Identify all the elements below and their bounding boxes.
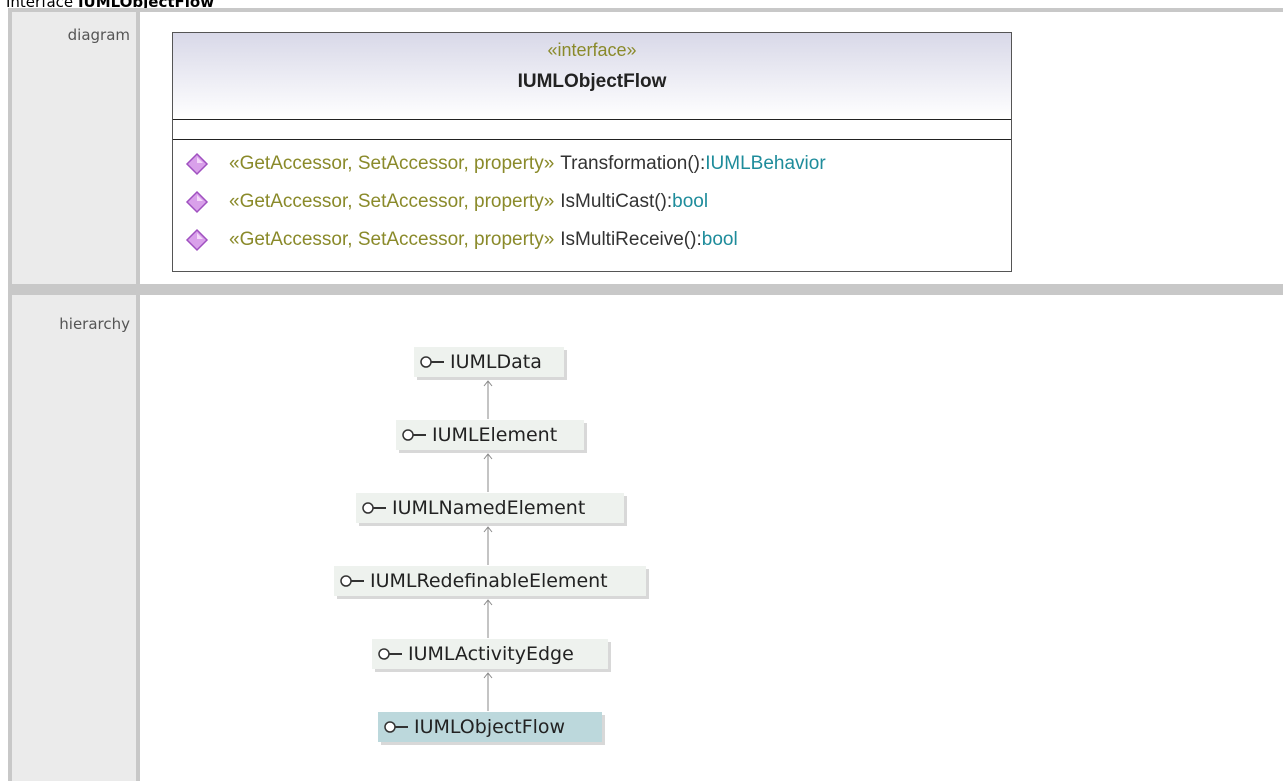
hierarchy-node[interactable]: IUMLData	[414, 347, 564, 377]
interface-lollipop-icon	[402, 429, 426, 441]
inheritance-arrow	[483, 599, 493, 638]
interface-stereotype: «interface»	[547, 40, 637, 60]
operation-row[interactable]: «GetAccessor, SetAccessor, property» IsM…	[173, 183, 1011, 221]
diagram-cell: «interface» IUMLObjectFlow «GetAccessor,…	[140, 12, 1283, 284]
hierarchy-node-label: IUMLRedefinableElement	[370, 570, 608, 592]
hierarchy-node-label: IUMLElement	[432, 424, 558, 446]
hierarchy-node[interactable]: IUMLElement	[396, 420, 584, 450]
operation-type: bool	[701, 229, 738, 250]
operation-stereotype: «GetAccessor, SetAccessor, property»	[229, 229, 555, 250]
purple-diamond-icon	[185, 228, 209, 252]
hierarchy-node[interactable]: IUMLRedefinableElement	[334, 566, 646, 596]
interface-lollipop-icon	[340, 575, 364, 587]
doc-table: diagram «interface» IUMLObjectFlow «GetA…	[8, 8, 1283, 781]
hierarchy-node[interactable]: IUMLNamedElement	[356, 493, 624, 523]
hierarchy-node[interactable]: IUMLActivityEdge	[372, 639, 608, 669]
hierarchy-label: hierarchy	[12, 295, 136, 781]
diagram-label: diagram	[12, 12, 136, 284]
purple-diamond-icon	[185, 190, 209, 214]
hierarchy-node-label: IUMLActivityEdge	[408, 643, 574, 665]
operation-type[interactable]: IUMLBehavior	[705, 153, 825, 175]
operation-row[interactable]: «GetAccessor, SetAccessor, property» IsM…	[173, 221, 1011, 259]
operation-stereotype: «GetAccessor, SetAccessor, property»	[229, 153, 555, 174]
hierarchy-node-label: IUMLData	[450, 351, 542, 373]
diagram-row: diagram «interface» IUMLObjectFlow «GetA…	[8, 8, 1283, 288]
purple-diamond-icon	[185, 152, 209, 176]
interface-lollipop-icon	[384, 721, 408, 733]
hierarchy-node-current[interactable]: IUMLObjectFlow	[378, 712, 602, 742]
interface-lollipop-icon	[362, 502, 386, 514]
inheritance-arrow	[483, 526, 493, 565]
attributes-compartment	[173, 119, 1011, 140]
interface-lollipop-icon	[420, 356, 444, 368]
interface-name: IUMLObjectFlow	[517, 71, 667, 92]
hierarchy-row: hierarchy IUMLData IUMLElement IUMLNamed…	[8, 291, 1283, 781]
operation-name: IsMultiCast():	[560, 191, 673, 212]
operation-stereotype: «GetAccessor, SetAccessor, property»	[229, 191, 555, 212]
inheritance-arrow	[483, 380, 493, 419]
uml-interface-box[interactable]: «interface» IUMLObjectFlow «GetAccessor,…	[172, 32, 1012, 272]
operations-compartment: «GetAccessor, SetAccessor, property» Tra…	[173, 145, 1011, 259]
uml-interface-header: «interface» IUMLObjectFlow	[173, 33, 1011, 120]
hierarchy-cell: IUMLData IUMLElement IUMLNamedElement IU…	[140, 295, 1283, 781]
hierarchy-node-label: IUMLObjectFlow	[414, 716, 566, 738]
operation-name: Transformation():	[560, 153, 706, 174]
operation-type: bool	[672, 191, 709, 212]
inheritance-arrow	[483, 672, 493, 711]
operation-row[interactable]: «GetAccessor, SetAccessor, property» Tra…	[173, 145, 1011, 183]
inheritance-arrow	[483, 453, 493, 492]
operation-name: IsMultiReceive():	[560, 229, 702, 250]
interface-lollipop-icon	[378, 648, 402, 660]
hierarchy-node-label: IUMLNamedElement	[392, 497, 586, 519]
